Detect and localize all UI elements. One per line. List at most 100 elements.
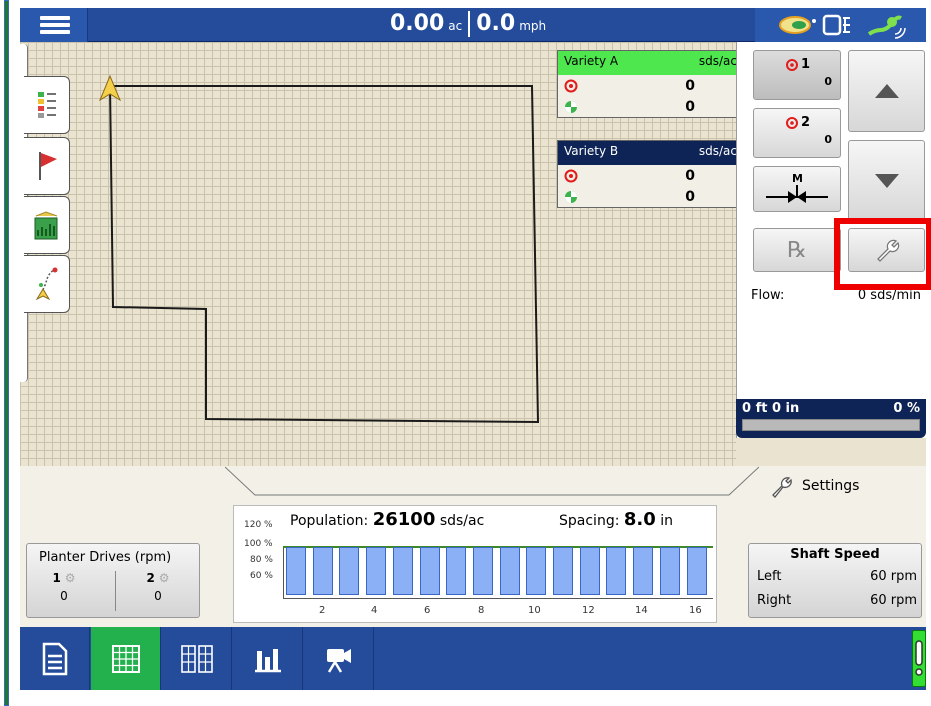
shaft-right-label: Right <box>757 593 792 608</box>
x-tick: 4 <box>371 605 378 616</box>
frame-top <box>12 0 931 8</box>
chart-tab[interactable] <box>24 196 70 254</box>
variety-b-actual-value: 0 <box>685 188 695 205</box>
highlight-box <box>834 218 931 290</box>
population-bar <box>526 547 547 595</box>
prescription-button[interactable]: ℞ <box>753 228 841 272</box>
population-bar <box>606 547 627 595</box>
actual-rate-icon <box>565 190 577 203</box>
summary-icon <box>42 642 67 675</box>
field-chart-icon <box>34 211 57 240</box>
variety-b-unit: sds/ac <box>698 144 737 158</box>
status-icons[interactable] <box>755 8 926 42</box>
map-grid-icon <box>111 644 140 673</box>
area-speed-readout: 0.00 ac 0.0 mph <box>390 11 546 37</box>
y-tick: 80 % <box>250 555 273 565</box>
x-tick: 14 <box>635 605 648 616</box>
area-value: 0.00 <box>390 11 445 36</box>
camera-icon <box>326 648 351 673</box>
nav-camera[interactable] <box>304 627 374 690</box>
nav-map[interactable] <box>91 627 161 690</box>
variety-a-header: Variety A sds/ac <box>558 51 743 75</box>
menu-button[interactable] <box>20 8 88 42</box>
x-tick: 8 <box>478 605 485 616</box>
prescription-icon: ℞ <box>787 237 807 263</box>
population-bar <box>446 547 467 595</box>
progress-distance: 0 ft 0 in <box>742 401 800 416</box>
window-frame-left <box>0 0 12 706</box>
legend-tab[interactable] <box>24 76 70 134</box>
variety-b-panel[interactable]: Variety B sds/ac 0 0 <box>557 140 744 208</box>
population-label: Population: <box>290 513 369 529</box>
variety-a-actual-value: 0 <box>685 98 695 115</box>
shaft-left-value: 60 rpm <box>870 569 917 584</box>
x-tick: 6 <box>424 605 431 616</box>
population-graph: Population: 26100 sds/ac Spacing: 8.0 in… <box>233 505 717 623</box>
spacing-value: 8.0 <box>623 509 656 530</box>
settings-button[interactable]: Settings <box>770 474 859 498</box>
variety-a-unit: sds/ac <box>698 54 737 68</box>
bar-chart-icon <box>254 648 281 672</box>
planter-drives-panel[interactable]: Planter Drives (rpm) 1 ⚙ 0 2 ⚙ 0 <box>26 543 200 618</box>
x-tick: 16 <box>689 605 702 616</box>
settings-label: Settings <box>802 478 860 494</box>
menu-icon <box>40 16 70 20</box>
y-tick: 120 % <box>244 520 273 530</box>
gear-icon: ⚙ <box>158 571 170 585</box>
flow-label: Flow: <box>751 288 785 303</box>
population-bar <box>392 547 413 595</box>
gps-status-indicator[interactable] <box>912 630 926 687</box>
rate-up-button[interactable] <box>848 50 925 132</box>
drive-1-value: 0 <box>60 589 68 603</box>
variety-b-target-value: 0 <box>685 167 695 184</box>
population-bar <box>286 547 306 595</box>
frame-bottom <box>12 690 931 706</box>
variety-a-target-value: 0 <box>685 77 695 94</box>
nav-charts[interactable] <box>233 627 303 690</box>
spacing-label: Spacing: <box>559 513 620 529</box>
population-bar <box>579 547 600 595</box>
drive-2-id: 2 <box>146 571 155 585</box>
drive-1-id: 1 <box>52 571 61 585</box>
shaft-left-label: Left <box>757 569 782 584</box>
target-rate-icon <box>786 58 798 71</box>
split-view-icon <box>180 644 213 673</box>
up-arrow-icon <box>874 84 899 98</box>
y-tick: 60 % <box>250 571 273 581</box>
bottom-nav <box>20 627 926 690</box>
wrench-icon <box>772 477 792 498</box>
rate-down-button[interactable] <box>848 140 925 222</box>
population-bar <box>419 547 440 595</box>
variety-a-name: Variety A <box>564 54 619 68</box>
variety-a-panel[interactable]: Variety A sds/ac 0 0 <box>557 50 744 118</box>
guidance-icon <box>35 267 57 301</box>
y-tick: 100 % <box>244 539 273 549</box>
guidance-tab[interactable] <box>24 255 70 313</box>
population-bar <box>659 547 680 595</box>
planter-drives-title: Planter Drives (rpm) <box>39 550 172 565</box>
section-2-label: 2 <box>801 115 811 130</box>
area-unit: ac <box>448 19 463 33</box>
target-rate-icon <box>786 116 798 129</box>
progress-percent: 0 % <box>893 401 920 416</box>
nav-summary[interactable] <box>20 627 90 690</box>
shaft-speed-panel[interactable]: Shaft Speed Left 60 rpm Right 60 rpm <box>748 543 922 618</box>
variety-b-name: Variety B <box>564 144 619 158</box>
y-axis <box>283 546 284 598</box>
section-2-button[interactable]: 2 0 <box>753 108 841 158</box>
target-rate-icon <box>564 79 578 92</box>
nav-split-map[interactable] <box>162 627 232 690</box>
top-bar: 0.00 ac 0.0 mph <box>20 8 926 42</box>
status-light-icon <box>915 640 923 676</box>
section-2-value: 0 <box>824 133 832 146</box>
frame-right <box>926 0 931 706</box>
seed-icon <box>779 14 906 39</box>
section-1-button[interactable]: 1 0 <box>753 50 841 100</box>
flag-tab[interactable] <box>24 137 70 195</box>
population-value: 26100 <box>372 509 436 530</box>
gear-icon: ⚙ <box>64 571 76 585</box>
x-tick: 12 <box>582 605 595 616</box>
population-bar <box>686 547 707 595</box>
panel-notch <box>225 466 759 496</box>
manual-mode-button[interactable]: M <box>753 166 841 212</box>
